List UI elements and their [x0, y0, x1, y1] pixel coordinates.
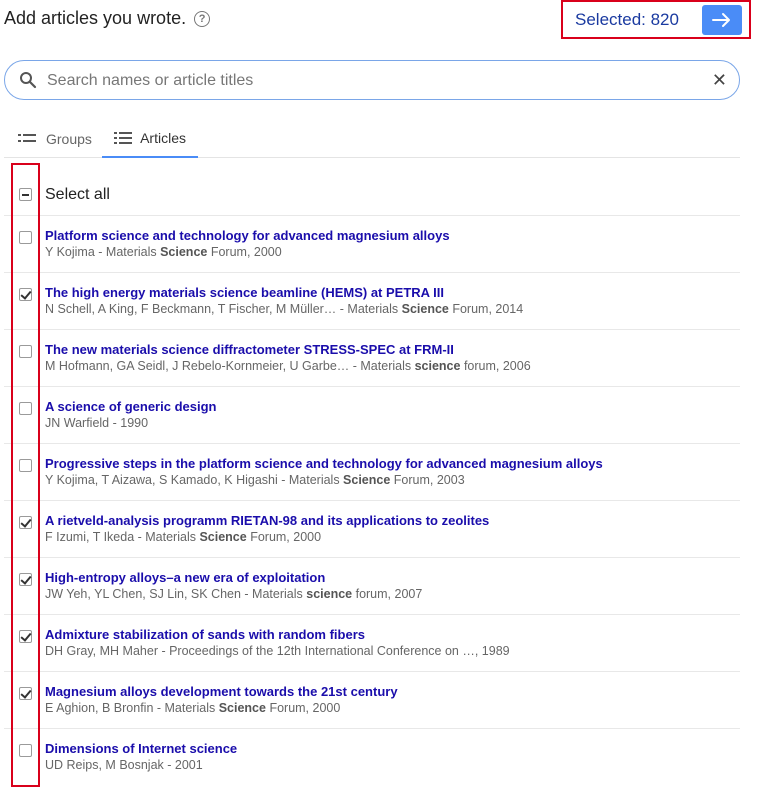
article-meta: N Schell, A King, F Beckmann, T Fischer,…: [45, 302, 524, 316]
article-meta: Y Kojima - Materials Science Forum, 2000: [45, 245, 282, 259]
article-title-link[interactable]: Platform science and technology for adva…: [45, 228, 450, 243]
select-all-label: Select all: [45, 186, 110, 203]
article-title-link[interactable]: High-entropy alloys–a new era of exploit…: [45, 570, 325, 585]
article-meta: M Hofmann, GA Seidl, J Rebelo-Kornmeier,…: [45, 359, 531, 373]
article-title-link[interactable]: Dimensions of Internet science: [45, 741, 237, 756]
close-icon[interactable]: ✕: [712, 70, 727, 91]
arrow-right-icon: [712, 13, 730, 27]
article-row[interactable]: Progressive steps in the platform scienc…: [4, 444, 740, 501]
article-meta: DH Gray, MH Maher - Proceedings of the 1…: [45, 644, 510, 658]
search-bar[interactable]: ✕: [4, 60, 740, 100]
article-row[interactable]: The new materials science diffractometer…: [4, 330, 740, 387]
article-row[interactable]: High-entropy alloys–a new era of exploit…: [4, 558, 740, 615]
article-meta: JW Yeh, YL Chen, SJ Lin, SK Chen - Mater…: [45, 587, 423, 601]
article-meta: JN Warfield - 1990: [45, 416, 149, 430]
page-title-text: Add articles you wrote.: [4, 8, 187, 28]
article-row[interactable]: A science of generic design JN Warfield …: [4, 387, 740, 444]
next-button[interactable]: [702, 5, 742, 35]
tab-articles[interactable]: Articles: [102, 120, 198, 158]
help-circle-icon[interactable]: ?: [194, 10, 211, 27]
list-icon: [18, 133, 36, 145]
article-meta: Y Kojima, T Aizawa, S Kamado, K Higashi …: [45, 473, 465, 487]
tab-articles-label: Articles: [140, 130, 186, 146]
article-row[interactable]: Dimensions of Internet science UD Reips,…: [4, 729, 740, 786]
article-meta: E Aghion, B Bronfin - Materials Science …: [45, 701, 341, 715]
tab-groups[interactable]: Groups: [6, 120, 104, 158]
article-row[interactable]: The high energy materials science beamli…: [4, 273, 740, 330]
article-row[interactable]: A rietveld-analysis programm RIETAN-98 a…: [4, 501, 740, 558]
selected-count-box: Selected: 820: [561, 0, 751, 39]
article-title-link[interactable]: Admixture stabilization of sands with ra…: [45, 627, 365, 642]
article-title-link[interactable]: A rietveld-analysis programm RIETAN-98 a…: [45, 513, 489, 528]
checkbox-column-highlight: [11, 163, 40, 787]
article-row[interactable]: Admixture stabilization of sands with ra…: [4, 615, 740, 672]
article-meta: UD Reips, M Bosnjak - 2001: [45, 758, 203, 772]
article-meta: F Izumi, T Ikeda - Materials Science For…: [45, 530, 322, 544]
article-title-link[interactable]: A science of generic design: [45, 399, 216, 414]
article-title-link[interactable]: Progressive steps in the platform scienc…: [45, 456, 603, 471]
tab-groups-label: Groups: [46, 131, 92, 147]
tab-bar: Groups Articles: [4, 120, 740, 158]
selected-count: Selected: 820: [575, 10, 679, 29]
article-title-link[interactable]: The high energy materials science beamli…: [45, 285, 444, 300]
article-title-link[interactable]: Magnesium alloys development towards the…: [45, 684, 398, 699]
article-row[interactable]: Magnesium alloys development towards the…: [4, 672, 740, 729]
page-title: Add articles you wrote. ?: [4, 8, 211, 29]
search-icon: [20, 72, 37, 89]
search-input[interactable]: [47, 70, 687, 92]
article-title-link[interactable]: The new materials science diffractometer…: [45, 342, 454, 357]
select-all-row[interactable]: Select all: [4, 172, 740, 216]
list-icon: [114, 132, 132, 144]
article-row[interactable]: Platform science and technology for adva…: [4, 216, 740, 273]
